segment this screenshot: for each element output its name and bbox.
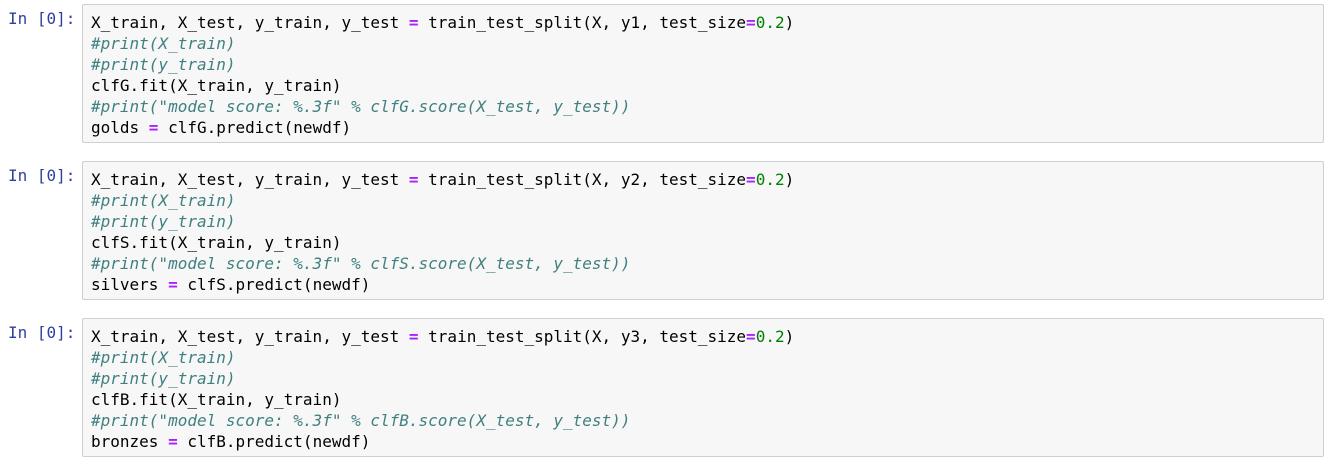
code-block[interactable]: X_train, X_test, y_train, y_test = train… <box>91 326 794 452</box>
code-text: clfS.predict(newdf) <box>177 275 371 294</box>
number-token: 0.2 <box>755 170 785 189</box>
code-text: silvers <box>91 275 169 294</box>
cell-prompt: In [0]: <box>8 166 76 185</box>
code-block[interactable]: X_train, X_test, y_train, y_test = train… <box>91 12 794 138</box>
code-text: clfS.fit(X_train, y_train) <box>91 233 342 252</box>
operator-token: = <box>148 118 159 137</box>
code-text: X_train, X_test, y_train, y_test <box>91 327 409 346</box>
operator-token: = <box>168 275 178 294</box>
operator-token: = <box>746 327 756 346</box>
code-text: bronzes <box>91 432 169 451</box>
cell-prompt: In [0]: <box>8 9 76 28</box>
code-text: X_train, X_test, y_train, y_test <box>91 13 409 32</box>
code-input-area[interactable]: X_train, X_test, y_train, y_test = train… <box>82 318 1324 457</box>
code-text: clfB.predict(newdf) <box>177 432 371 451</box>
code-line: bronzes = clfB.predict(newdf) <box>91 431 794 452</box>
code-text: golds <box>91 118 149 137</box>
comment-token: #print("model score: %.3f" % clfS.score(… <box>91 254 631 273</box>
comment-token: #print(y_train) <box>91 369 236 388</box>
code-text: ) <box>784 13 795 32</box>
number-token: 0.2 <box>755 13 785 32</box>
code-input-area[interactable]: X_train, X_test, y_train, y_test = train… <box>82 4 1324 143</box>
comment-token: #print("model score: %.3f" % clfB.score(… <box>91 411 631 430</box>
code-line: X_train, X_test, y_train, y_test = train… <box>91 326 794 347</box>
code-line: X_train, X_test, y_train, y_test = train… <box>91 169 794 190</box>
code-text: clfG.predict(newdf) <box>158 118 352 137</box>
comment-token: #print(X_train) <box>91 191 236 210</box>
code-line: clfB.fit(X_train, y_train) <box>91 389 794 410</box>
operator-token: = <box>408 170 419 189</box>
comment-token: #print(y_train) <box>91 55 236 74</box>
notebook: In [0]: X_train, X_test, y_train, y_test… <box>0 0 1334 468</box>
code-line: #print("model score: %.3f" % clfB.score(… <box>91 410 794 431</box>
code-line: silvers = clfS.predict(newdf) <box>91 274 794 295</box>
code-text: train_test_split(X, y1, test_size <box>418 13 747 32</box>
code-line: clfS.fit(X_train, y_train) <box>91 232 794 253</box>
code-text: clfG.fit(X_train, y_train) <box>91 76 342 95</box>
operator-token: = <box>408 13 419 32</box>
code-text: clfB.fit(X_train, y_train) <box>91 390 342 409</box>
code-line: #print(y_train) <box>91 211 794 232</box>
code-cell[interactable]: In [0]: X_train, X_test, y_train, y_test… <box>0 0 1334 143</box>
cell-prompt: In [0]: <box>8 323 76 342</box>
operator-token: = <box>168 432 178 451</box>
code-line: #print(X_train) <box>91 347 794 368</box>
code-text: X_train, X_test, y_train, y_test <box>91 170 409 189</box>
operator-token: = <box>408 327 419 346</box>
comment-token: #print(X_train) <box>91 34 236 53</box>
comment-token: #print(X_train) <box>91 348 236 367</box>
code-line: #print(X_train) <box>91 190 794 211</box>
operator-token: = <box>746 13 756 32</box>
code-input-area[interactable]: X_train, X_test, y_train, y_test = train… <box>82 161 1324 300</box>
code-line: #print(y_train) <box>91 54 794 75</box>
code-line: #print("model score: %.3f" % clfS.score(… <box>91 253 794 274</box>
operator-token: = <box>746 170 756 189</box>
code-text: ) <box>784 327 795 346</box>
code-line: #print("model score: %.3f" % clfG.score(… <box>91 96 794 117</box>
code-line: golds = clfG.predict(newdf) <box>91 117 794 138</box>
code-line: #print(y_train) <box>91 368 794 389</box>
code-line: #print(X_train) <box>91 33 794 54</box>
code-line: X_train, X_test, y_train, y_test = train… <box>91 12 794 33</box>
comment-token: #print("model score: %.3f" % clfG.score(… <box>91 97 631 116</box>
number-token: 0.2 <box>755 327 785 346</box>
code-text: train_test_split(X, y3, test_size <box>418 327 747 346</box>
code-line: clfG.fit(X_train, y_train) <box>91 75 794 96</box>
comment-token: #print(y_train) <box>91 212 236 231</box>
code-text: ) <box>784 170 795 189</box>
code-text: train_test_split(X, y2, test_size <box>418 170 747 189</box>
code-block[interactable]: X_train, X_test, y_train, y_test = train… <box>91 169 794 295</box>
code-cell[interactable]: In [0]: X_train, X_test, y_train, y_test… <box>0 157 1334 300</box>
code-cell[interactable]: In [0]: X_train, X_test, y_train, y_test… <box>0 314 1334 457</box>
